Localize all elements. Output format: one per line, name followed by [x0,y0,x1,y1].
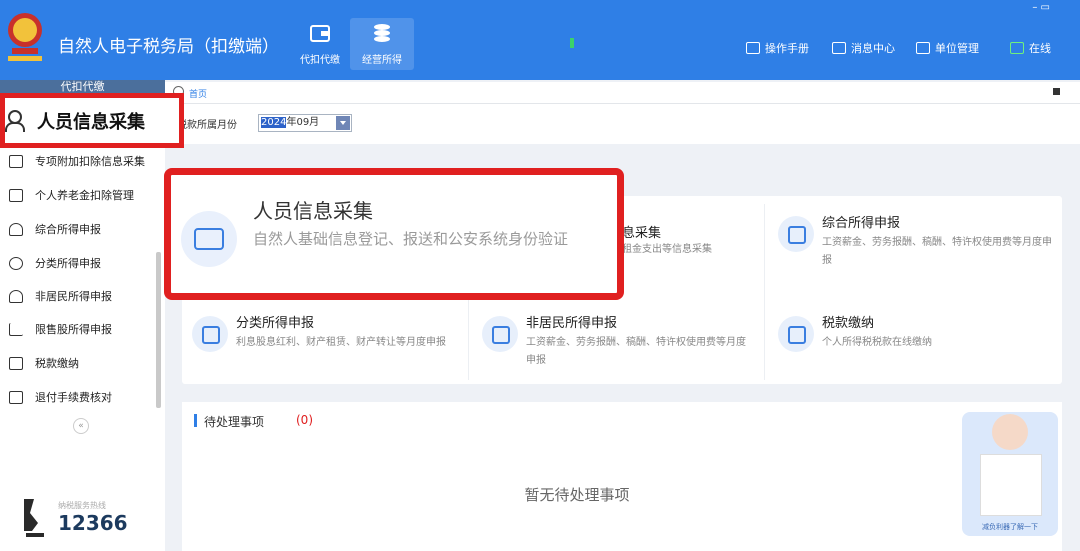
card-title: 人员信息采集 [253,199,373,223]
unit-management-link[interactable]: 单位管理 [916,40,979,56]
card-personnel-info[interactable]: 人员信息采集 自然人基础信息登记、报送和公安系统身份验证 [164,168,624,300]
card-comprehensive-income[interactable]: 综合所得申报 工资薪金、劳务报酬、稿酬、特许权使用费等月度申报 [768,196,1054,284]
online-status-link[interactable]: 在线 [1010,40,1051,56]
qr-code [980,454,1042,516]
sidebar-item-nonresident-income[interactable]: 非居民所得申报 [0,281,160,311]
app-title: 自然人电子税务局（扣缴端） [58,37,279,57]
hotline-label: 纳税服务热线 [58,501,106,510]
section-accent [194,414,197,427]
coins-icon [374,24,390,42]
card-title: 非居民所得申报 [526,316,618,331]
person-icon [9,289,23,303]
sidebar-item-label: 限售股所得申报 [35,323,112,336]
card-desc: 租金支出等信息采集 [622,244,712,255]
sidebar-item-label: 专项附加扣除信息采集 [35,155,145,168]
chevron-down-icon[interactable] [336,116,350,130]
tax-emblem-logo [8,13,42,61]
building-icon [916,42,930,54]
edit-icon [192,316,228,352]
breadcrumb: 首页 [165,82,1080,104]
link-label: 在线 [1029,42,1051,55]
window-controls[interactable]: – ▭ [1032,2,1050,13]
sidebar-item-special-deduction[interactable]: 专项附加扣除信息采集 [0,146,160,176]
sidebar-item-label: 税款缴纳 [35,357,79,370]
sidebar: 代扣代缴 专项附加扣除信息采集 个人养老金扣除管理 综合所得申报 分类所得申报 … [0,80,165,551]
hotline-number: 12366 [58,511,128,535]
card-desc: 自然人基础信息登记、报送和公安系统身份验证 [253,230,569,248]
grid-list-icon [9,154,23,168]
link-label: 操作手册 [765,42,809,55]
card-desc: 工资薪金、劳务报酬、稿酬、特许权使用费等月度申报 [526,337,746,366]
monitor-icon [1010,42,1024,54]
tab-label: 代扣代缴 [300,55,340,66]
link-label: 消息中心 [851,42,895,55]
report-icon [778,216,814,252]
tax-period-month: 年09月 [286,117,320,128]
card-desc: 利息股息红利、财产租赁、财产转让等月度申报 [236,337,446,348]
status-indicator [570,38,574,48]
manual-icon [746,42,760,54]
sidebar-item-pension[interactable]: 个人养老金扣除管理 [0,180,160,210]
tax-period-input[interactable]: 2024年09月 [258,114,352,132]
tab-withholding[interactable]: 代扣代缴 [288,18,352,70]
pending-title: 待处理事项 [204,415,265,429]
mail-icon [832,42,846,54]
pending-section: 待处理事项 (0) 暂无待处理事项 [182,402,1062,551]
card-nonresident-income[interactable]: 非居民所得申报 工资薪金、劳务报酬、稿酬、特许权使用费等月度申报 [472,296,758,384]
card-title: 息采集 [622,226,662,241]
wallet-icon [310,25,330,42]
sidebar-header: 代扣代缴 [0,80,165,94]
top-bar: 自然人电子税务局（扣缴端） 代扣代缴 经营所得 操作手册 消息中心 单位管理 在… [0,0,1080,80]
sidebar-item-label: 非居民所得申报 [35,290,112,303]
message-center-link[interactable]: 消息中心 [832,40,895,56]
headset-icon [24,499,44,537]
payment-icon [778,316,814,352]
link-label: 单位管理 [935,42,979,55]
tab-business-income[interactable]: 经营所得 [350,18,414,70]
breadcrumb-home[interactable]: 首页 [189,87,207,100]
tax-period-label: 税款所属月份 [177,120,237,131]
divider [468,300,469,380]
sidebar-item-personnel-info[interactable]: 人员信息采集 [0,93,184,148]
sidebar-item-label: 综合所得申报 [35,223,101,236]
sidebar-item-label: 人员信息采集 [37,111,145,133]
card-tax-payment[interactable]: 税款缴纳 个人所得税税款在线缴纳 [768,296,1054,384]
sidebar-item-comprehensive-income[interactable]: 综合所得申报 [0,214,160,244]
sidebar-item-restricted-shares[interactable]: 限售股所得申报 [0,314,160,344]
tab-label: 经营所得 [362,55,402,66]
pension-icon [9,188,23,202]
close-icon[interactable] [1053,88,1060,95]
folder-icon [9,356,23,370]
sidebar-item-label: 分类所得申报 [35,257,101,270]
id-card-icon [181,211,237,267]
sidebar-item-label: 个人养老金扣除管理 [35,189,134,202]
sidebar-item-refund-fee[interactable]: 退付手续费核对 [0,382,160,412]
divider [764,204,765,380]
card-title: 分类所得申报 [236,316,315,331]
collapse-sidebar-button[interactable]: « [73,418,89,434]
clock-icon [9,256,23,270]
sidebar-item-label: 退付手续费核对 [35,391,112,404]
card-desc: 工资薪金、劳务报酬、稿酬、特许权使用费等月度申报 [822,237,1052,266]
card-classified-income[interactable]: 分类所得申报 利息股息红利、财产租赁、财产转让等月度申报 [182,296,468,384]
card-title: 综合所得申报 [822,216,901,231]
pending-empty-text: 暂无待处理事项 [524,486,630,504]
tax-period-row: 税款所属月份 2024年09月 [165,104,1080,144]
qr-caption: 减负利器了解一下 [982,523,1038,531]
sidebar-item-classified-income[interactable]: 分类所得申报 [0,248,160,278]
tax-period-year: 2024 [261,117,287,128]
document-icon [9,390,23,404]
bar-chart-icon [9,322,23,336]
qr-promo[interactable]: 减负利器了解一下 [962,412,1058,536]
card-title: 税款缴纳 [822,316,875,331]
manual-link[interactable]: 操作手册 [746,40,809,56]
sidebar-item-tax-payment[interactable]: 税款缴纳 [0,348,160,378]
pending-count: (0) [296,413,313,427]
assistant-avatar [992,414,1028,450]
user-icon [5,109,25,132]
sidebar-scrollbar[interactable] [156,252,161,408]
edit-icon [482,316,518,352]
card-desc: 个人所得税税款在线缴纳 [822,337,932,348]
layers-icon [9,222,23,236]
